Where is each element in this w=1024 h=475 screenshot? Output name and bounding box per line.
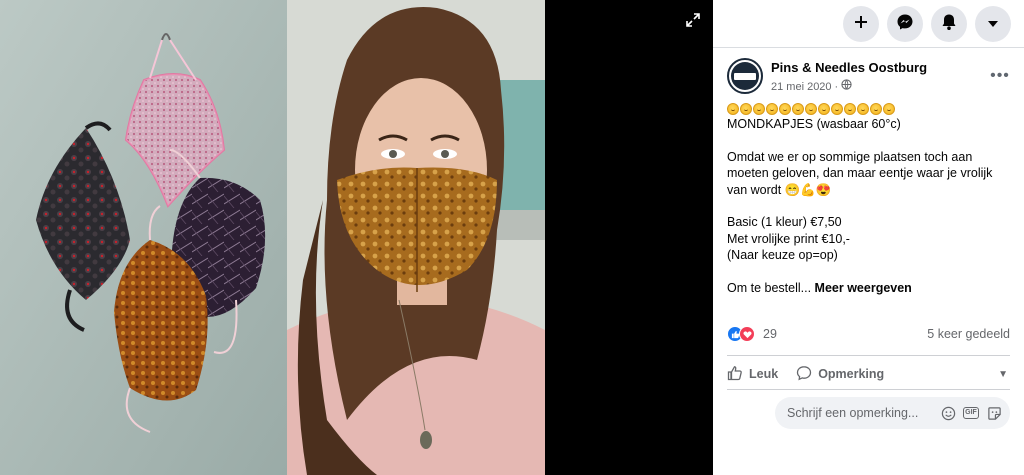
grinning-emoji-icon (766, 103, 778, 115)
user-avatar (727, 397, 759, 429)
photo-woman-wearing-mask (287, 0, 545, 475)
comment-composer: Schrijf een opmerking... GIF (727, 397, 1010, 429)
post-body: MONDKAPJES (wasbaar 60°c) Omdat we er op… (727, 103, 1010, 296)
reaction-options-caret-icon[interactable]: ▼ (998, 369, 1008, 380)
plus-icon (854, 15, 868, 34)
meta-separator: · (834, 80, 839, 93)
post-photo (0, 0, 545, 475)
like-button[interactable]: Leuk (727, 365, 778, 384)
avatar-logo (731, 62, 759, 90)
post-header: Pins & Needles Oostburg 21 mei 2020 · ••… (727, 58, 1012, 94)
action-bar: Leuk Opmerking ▼ (727, 360, 1010, 388)
globe-icon (841, 79, 852, 94)
divider (713, 47, 1024, 48)
grinning-emoji-icon (857, 103, 869, 115)
price-basic: Basic (1 kleur) €7,50 (727, 215, 842, 229)
grinning-emoji-icon (727, 103, 739, 115)
fullscreen-icon[interactable] (683, 10, 703, 30)
post-stats: 29 5 keer gedeeld (727, 326, 1010, 342)
author-name[interactable]: Pins & Needles Oostburg (771, 60, 988, 76)
more-options-icon[interactable]: ••• (988, 64, 1012, 88)
see-more-link[interactable]: Meer weergeven (815, 281, 912, 295)
notifications-icon (941, 13, 957, 36)
post-panel: Pins & Needles Oostburg 21 mei 2020 · ••… (713, 0, 1024, 475)
truncated-text: Om te bestell... (727, 280, 812, 295)
love-reaction-icon (739, 326, 755, 342)
portrait-illustration (287, 0, 545, 475)
price-print: Met vrolijke print €10,- (727, 231, 850, 246)
comment-icon (796, 365, 812, 384)
sticker-icon[interactable] (986, 405, 1002, 421)
account-menu-button[interactable] (975, 6, 1011, 42)
grinning-emoji-icon (792, 103, 804, 115)
grinning-emoji-icon (740, 103, 752, 115)
grinning-emoji-icon (818, 103, 830, 115)
reactions-summary[interactable]: 29 (727, 326, 777, 342)
messenger-button[interactable] (887, 6, 923, 42)
notifications-button[interactable] (931, 6, 967, 42)
top-toolbar (713, 0, 1024, 44)
grinning-emoji-icon (870, 103, 882, 115)
grinning-emoji-icon (883, 103, 895, 115)
post-title-line: MONDKAPJES (wasbaar 60°c) (727, 117, 901, 131)
grinning-emoji-icon (753, 103, 765, 115)
gif-icon[interactable]: GIF (963, 405, 979, 421)
divider (727, 355, 1010, 356)
post-paragraph: Omdat we er op sommige plaatsen toch aan… (727, 149, 1010, 199)
photo-masks-on-wall (0, 0, 287, 475)
truncated-line: Om te bestell... Meer weergeven (727, 280, 1010, 297)
comment-label: Opmerking (818, 367, 885, 381)
account-caret-icon (987, 15, 999, 33)
like-label: Leuk (749, 367, 779, 381)
post-date[interactable]: 21 mei 2020 (771, 80, 832, 94)
page-avatar[interactable] (727, 58, 763, 94)
grinning-emoji-icon (779, 103, 791, 115)
post-paragraph-text: Omdat we er op sommige plaatsen toch aan… (727, 149, 996, 197)
photo-viewer (0, 0, 713, 475)
thumbs-up-icon (727, 365, 743, 384)
grinning-emoji-icon (805, 103, 817, 115)
comment-button[interactable]: Opmerking (796, 365, 884, 384)
share-count[interactable]: 5 keer gedeeld (927, 327, 1010, 341)
photo-post-lightbox: Pins & Needles Oostburg 21 mei 2020 · ••… (0, 0, 1024, 475)
price-note: (Naar keuze op=op) (727, 248, 838, 262)
post-meta: 21 mei 2020 · (771, 79, 988, 94)
create-button[interactable] (843, 6, 879, 42)
comment-placeholder: Schrijf een opmerking... (787, 406, 919, 420)
masks-illustration (0, 0, 287, 475)
comment-tools: GIF (940, 405, 1002, 421)
emoji-row (727, 103, 1010, 115)
reaction-count: 29 (763, 327, 777, 341)
grinning-emoji-icon (831, 103, 843, 115)
author-block: Pins & Needles Oostburg 21 mei 2020 · (771, 58, 988, 94)
grinning-emoji-icon (844, 103, 856, 115)
comment-input[interactable]: Schrijf een opmerking... GIF (775, 397, 1010, 429)
paragraph-emojis: 😁💪😍 (784, 182, 832, 197)
divider (727, 389, 1010, 390)
messenger-icon (896, 13, 914, 36)
emoji-icon[interactable] (940, 405, 956, 421)
